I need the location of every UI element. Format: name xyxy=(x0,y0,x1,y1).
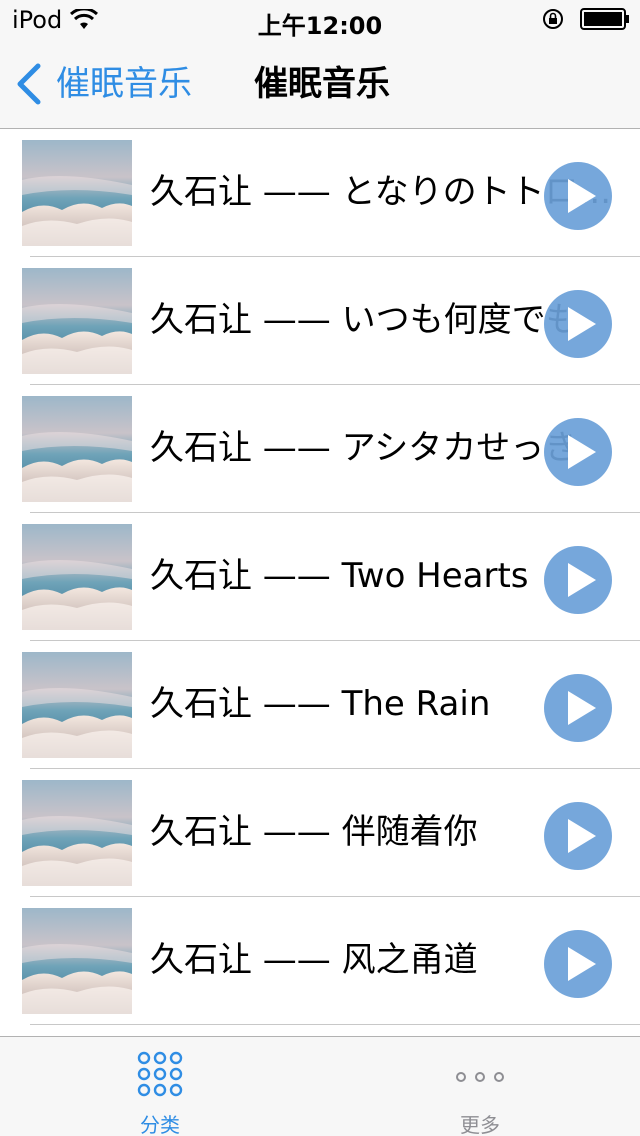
song-row[interactable]: 久石让 —— いつも何度でも xyxy=(0,257,640,385)
play-glyph xyxy=(544,802,612,870)
album-art xyxy=(22,268,132,374)
song-row[interactable] xyxy=(0,1025,640,1036)
battery-icon xyxy=(580,8,629,30)
song-row[interactable]: 久石让 —— The Rain xyxy=(0,641,640,769)
album-art xyxy=(22,652,132,758)
back-button[interactable]: 催眠音乐 xyxy=(14,62,192,106)
play-glyph xyxy=(544,162,612,230)
album-art-image xyxy=(22,140,132,246)
play-glyph xyxy=(544,674,612,742)
album-art-image xyxy=(22,652,132,758)
song-row[interactable]: 久石让 —— Two Hearts xyxy=(0,513,640,641)
album-art xyxy=(22,140,132,246)
screen: iPod 上午12:00 催眠音乐 催眠音乐 久石让 —— となりのトトロ...… xyxy=(0,0,640,1136)
album-art-image xyxy=(22,396,132,502)
song-row[interactable]: 久石让 —— 伴随着你 xyxy=(0,769,640,897)
album-art xyxy=(22,908,132,1014)
grid-dots-icon xyxy=(137,1051,183,1097)
song-row[interactable]: 久石让 —— アシタカせっき xyxy=(0,385,640,513)
tab-bar: 分类 更多 xyxy=(0,1036,640,1136)
album-art-image xyxy=(22,268,132,374)
play-icon[interactable] xyxy=(544,674,612,742)
play-glyph xyxy=(544,546,612,614)
play-icon[interactable] xyxy=(544,546,612,614)
song-row[interactable]: 久石让 —— となりのトトロ... xyxy=(0,129,640,257)
page-title: 催眠音乐 xyxy=(254,64,390,104)
play-icon[interactable] xyxy=(544,802,612,870)
song-list: 久石让 —— となりのトトロ... 久石让 —— いつも何度でも 久石让 —— … xyxy=(0,129,640,1036)
song-row[interactable]: 久石让 —— 风之甬道 xyxy=(0,897,640,1025)
play-glyph xyxy=(544,290,612,358)
play-icon[interactable] xyxy=(544,930,612,998)
play-icon[interactable] xyxy=(544,418,612,486)
tab-more[interactable]: 更多 xyxy=(320,1037,640,1136)
back-chevron-icon xyxy=(17,63,41,105)
play-icon[interactable] xyxy=(544,162,612,230)
back-button-label: 催眠音乐 xyxy=(56,64,192,104)
tab-category-label: 分类 xyxy=(140,1113,180,1136)
play-glyph xyxy=(544,418,612,486)
play-icon[interactable] xyxy=(544,290,612,358)
tab-category[interactable]: 分类 xyxy=(0,1037,320,1136)
album-art-image xyxy=(22,524,132,630)
tab-more-label: 更多 xyxy=(460,1113,500,1136)
album-art-image xyxy=(22,780,132,886)
album-art-image xyxy=(22,908,132,1014)
rotation-lock-icon xyxy=(543,9,563,29)
play-glyph xyxy=(544,930,612,998)
status-bar: iPod 上午12:00 xyxy=(0,0,640,40)
album-art xyxy=(22,396,132,502)
album-art xyxy=(22,780,132,886)
status-right xyxy=(542,8,630,30)
album-art xyxy=(22,524,132,630)
navigation-bar: 催眠音乐 催眠音乐 xyxy=(0,40,640,129)
more-dots-icon xyxy=(456,1072,504,1082)
